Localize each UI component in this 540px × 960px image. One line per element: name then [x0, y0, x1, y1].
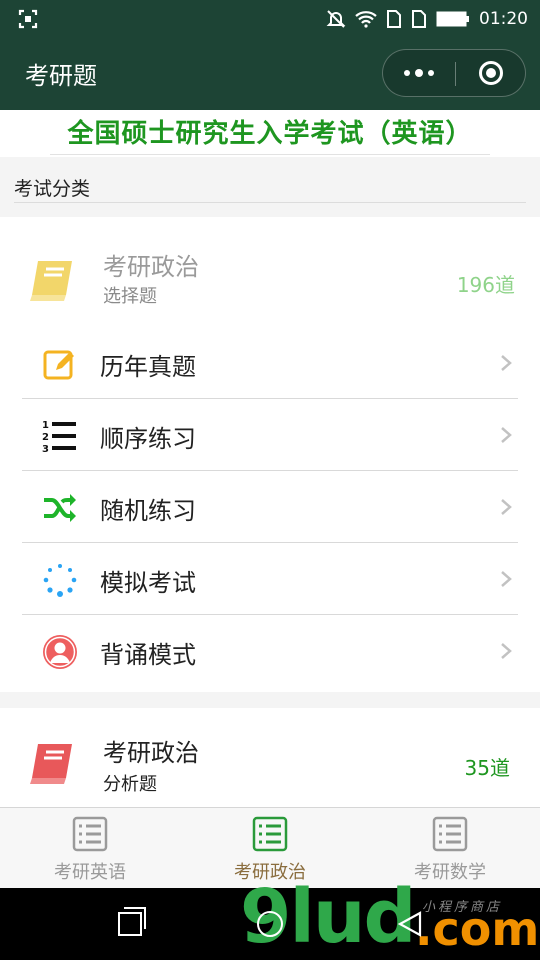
menu-item-label: 历年真题 — [100, 353, 196, 381]
banner-divider — [50, 154, 490, 155]
battery-icon — [436, 11, 469, 27]
watermark: 9lud .com 小程序商店 — [240, 874, 540, 960]
edit-icon — [43, 350, 74, 380]
book-icon — [30, 261, 72, 301]
more-dot-icon — [404, 70, 410, 76]
chevron-right-icon — [501, 571, 512, 587]
svg-text:3: 3 — [42, 444, 49, 454]
app-screen: 01:20 考研题 全国硕士研究生入学考试（英语） 考试分类 考研政治 选择题 … — [0, 0, 540, 960]
sim1-icon — [387, 10, 401, 28]
chevron-right-icon — [501, 499, 512, 515]
menu-item-label: 随机练习 — [100, 497, 196, 525]
menu-item-mock-exam[interactable]: 模拟考试 — [22, 543, 518, 615]
subject-header[interactable]: 考研政治 选择题 196道 — [0, 217, 540, 327]
subject-card: 考研政治 分析题 35道 — [0, 708, 540, 807]
subject-card: 考研政治 选择题 196道 历年真题 1 2 3 顺序练习 随机练习 模拟考试 … — [0, 217, 540, 692]
svg-text:2: 2 — [42, 432, 49, 443]
page-title: 考研题 — [25, 62, 97, 90]
exam-banner: 全国硕士研究生入学考试（英语） — [0, 110, 540, 157]
category-divider — [14, 202, 526, 203]
category-header: 考试分类 — [0, 157, 540, 215]
miniprogram-capsule — [382, 49, 526, 97]
menu-item-label: 背诵模式 — [100, 641, 196, 669]
menu-item-label: 模拟考试 — [100, 569, 196, 597]
user-icon — [43, 635, 77, 669]
nav-bar: 考研题 — [0, 38, 540, 110]
subject-type: 选择题 — [103, 286, 157, 307]
capsule-divider — [455, 62, 456, 86]
practice-menu: 历年真题 1 2 3 顺序练习 随机练习 模拟考试 背诵模式 — [22, 327, 518, 687]
subject-name: 考研政治 — [103, 739, 199, 767]
chevron-right-icon — [501, 355, 512, 371]
subject-header[interactable]: 考研政治 分析题 35道 — [0, 708, 540, 807]
wifi-icon — [355, 11, 377, 28]
question-count: 35道 — [464, 756, 510, 780]
chevron-right-icon — [501, 643, 512, 659]
menu-item-sequential[interactable]: 1 2 3 顺序练习 — [22, 399, 518, 471]
status-bar: 01:20 — [0, 0, 540, 38]
subject-name: 考研政治 — [103, 253, 199, 281]
chevron-right-icon — [501, 427, 512, 443]
svg-text:1: 1 — [42, 420, 49, 431]
exam-title: 全国硕士研究生入学考试（英语） — [67, 119, 473, 149]
numbered-list-icon: 1 2 3 — [42, 420, 76, 454]
loading-dots-icon — [43, 564, 77, 597]
sim2-icon — [412, 10, 426, 28]
shuffle-icon — [44, 494, 76, 522]
menu-item-random[interactable]: 随机练习 — [22, 471, 518, 543]
watermark-sub: 小程序商店 — [422, 900, 503, 915]
back-button[interactable] — [396, 910, 424, 938]
tab-english[interactable]: 考研英语 — [0, 808, 180, 889]
more-dot-icon — [428, 70, 434, 76]
status-time: 01:20 — [479, 9, 528, 29]
category-label: 考试分类 — [14, 178, 91, 200]
book-icon — [30, 744, 72, 784]
system-nav-bar: 9lud .com 小程序商店 — [0, 874, 540, 960]
close-miniprogram-button[interactable] — [479, 61, 503, 85]
menu-item-recite[interactable]: 背诵模式 — [22, 615, 518, 687]
list-icon — [252, 816, 288, 852]
list-icon — [72, 816, 108, 852]
subject-type: 分析题 — [103, 774, 157, 795]
notifications-off-icon — [326, 10, 346, 28]
more-dot-icon — [415, 69, 423, 77]
tab-label: 考研英语 — [54, 862, 126, 883]
main-content[interactable]: 全国硕士研究生入学考试（英语） 考试分类 考研政治 选择题 196道 历年真题 … — [0, 110, 540, 807]
more-menu-button[interactable] — [383, 50, 455, 96]
screenshot-icon — [18, 9, 38, 29]
menu-item-label: 顺序练习 — [100, 425, 196, 453]
recent-apps-button[interactable] — [118, 907, 146, 936]
menu-item-past-papers[interactable]: 历年真题 — [22, 327, 518, 399]
list-icon — [432, 816, 468, 852]
question-count: 196道 — [456, 273, 515, 297]
home-button[interactable] — [257, 911, 283, 937]
